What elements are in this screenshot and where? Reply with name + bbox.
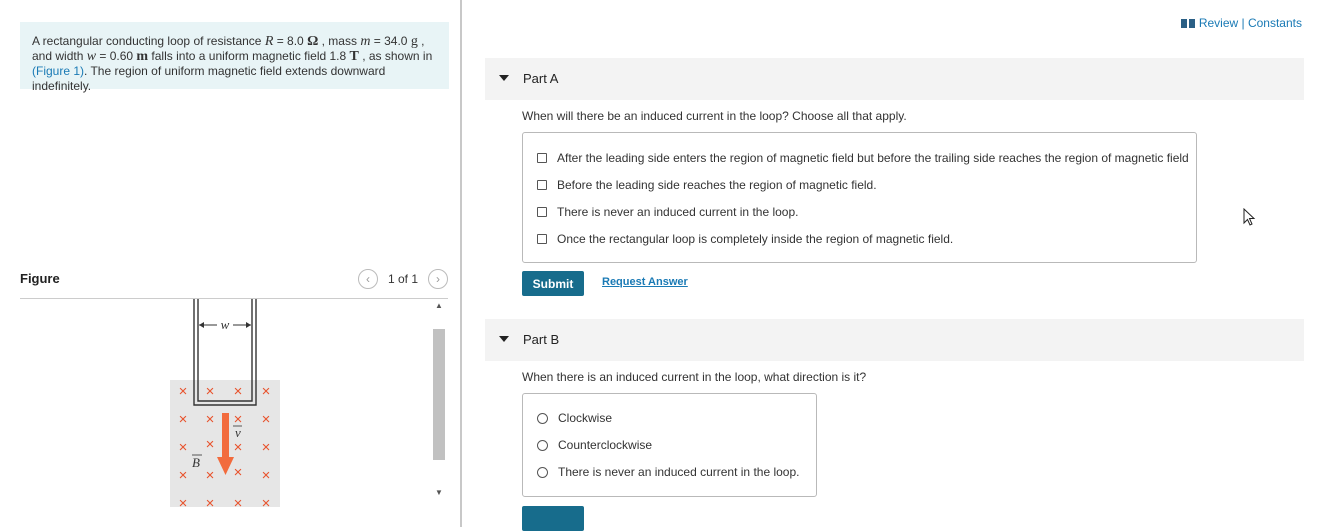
arrowhead-left: [199, 322, 204, 328]
problem-text: falls into a uniform magnetic field 1.8: [148, 49, 350, 63]
problem-text: . The region of uniform magnetic field e…: [32, 64, 386, 93]
meter-unit: m: [136, 49, 149, 64]
problem-statement: A rectangular conducting loop of resista…: [20, 22, 449, 93]
collapse-triangle-icon[interactable]: [499, 336, 509, 342]
submit-button[interactable]: Submit: [522, 271, 584, 296]
field-label: B: [192, 455, 200, 470]
cross-mark: ×: [262, 411, 271, 428]
arrowhead-right: [246, 322, 251, 328]
part-b-option[interactable]: Counterclockwise: [537, 438, 652, 452]
figure-image: w × × × × × × × × × × × × × × × × × × × …: [20, 299, 430, 507]
checkbox[interactable]: [537, 180, 547, 190]
part-a-label: Part A: [523, 71, 559, 86]
velocity-label: v: [235, 425, 241, 440]
figure-link[interactable]: (Figure 1): [32, 64, 84, 78]
figure-title: Figure: [20, 271, 60, 286]
option-label[interactable]: Before the leading side reaches the regi…: [557, 178, 877, 192]
width-symbol: w: [86, 49, 97, 64]
tesla-unit: T: [349, 49, 359, 64]
mass-symbol: m: [360, 34, 371, 49]
problem-panel: A rectangular conducting loop of resista…: [0, 0, 461, 527]
request-answer-link[interactable]: Request Answer: [602, 276, 688, 288]
scroll-thumb[interactable]: [433, 329, 445, 460]
problem-text: = 8.0: [273, 34, 308, 48]
cross-mark: ×: [206, 383, 215, 400]
cross-mark: ×: [262, 439, 271, 456]
cross-mark: ×: [179, 439, 188, 456]
cross-mark: ×: [234, 495, 243, 507]
radio-button[interactable]: [537, 412, 548, 424]
cross-mark: ×: [206, 436, 215, 453]
option-label[interactable]: Counterclockwise: [558, 438, 652, 452]
option-label[interactable]: There is never an induced current in the…: [557, 205, 798, 219]
width-label: w: [221, 317, 230, 332]
chevron-right-icon[interactable]: ›: [428, 269, 448, 289]
mouse-pointer-icon: [1243, 208, 1256, 226]
cross-mark: ×: [179, 383, 188, 400]
problem-text: = 34.0: [370, 34, 411, 48]
cross-mark: ×: [206, 411, 215, 428]
review-constants-label[interactable]: Review | Constants: [1199, 16, 1302, 30]
part-a-question: When will there be an induced current in…: [522, 109, 907, 123]
checkbox[interactable]: [537, 207, 547, 217]
part-b-label: Part B: [523, 332, 560, 347]
cross-mark: ×: [179, 411, 188, 428]
part-b-question: When there is an induced current in the …: [522, 370, 867, 384]
radio-button[interactable]: [537, 466, 548, 478]
cross-mark: ×: [179, 467, 188, 484]
option-label[interactable]: There is never an induced current in the…: [558, 465, 799, 479]
collapse-triangle-icon[interactable]: [499, 75, 509, 81]
problem-text: A rectangular conducting loop of resista…: [32, 34, 265, 48]
chevron-left-icon[interactable]: ‹: [357, 269, 378, 289]
cross-mark: ×: [234, 464, 243, 481]
cross-mark: ×: [234, 383, 243, 400]
question-panel: Review | Constants Part A When will ther…: [462, 0, 1318, 531]
cross-mark: ×: [206, 467, 215, 484]
cross-mark: ×: [179, 495, 188, 507]
part-b-header[interactable]: Part B: [485, 319, 1304, 361]
checkbox[interactable]: [537, 234, 547, 244]
cross-mark: ×: [262, 495, 271, 507]
scroll-up-icon[interactable]: ▲: [435, 301, 443, 310]
cross-mark: ×: [206, 495, 215, 507]
radio-button[interactable]: [537, 439, 548, 451]
part-b-option[interactable]: Clockwise: [537, 411, 612, 425]
book-icon: [1180, 18, 1195, 28]
problem-text: , as shown in: [358, 49, 433, 63]
gram-unit: g: [410, 34, 418, 49]
figure-header: Figure ‹ 1 of 1 ›: [20, 268, 448, 299]
figure-pager: ‹ 1 of 1 ›: [357, 269, 448, 289]
part-a-option[interactable]: Before the leading side reaches the regi…: [537, 178, 877, 192]
option-label[interactable]: Once the rectangular loop is completely …: [557, 232, 953, 246]
cross-mark: ×: [234, 439, 243, 456]
ohm-unit: Ω: [307, 34, 319, 49]
velocity-arrow-shaft: [222, 413, 229, 459]
problem-text: , mass: [318, 34, 361, 48]
problem-text: = 0.60: [96, 49, 137, 63]
pager-text: 1 of 1: [387, 272, 418, 286]
scroll-down-icon[interactable]: ▼: [435, 488, 443, 497]
part-a-header[interactable]: Part A: [485, 58, 1304, 100]
part-a-option[interactable]: There is never an induced current in the…: [537, 205, 798, 219]
checkbox[interactable]: [537, 153, 547, 163]
part-a-option[interactable]: After the leading side enters the region…: [537, 151, 1189, 165]
figure-scrollbar[interactable]: ▲ ▼: [432, 299, 446, 499]
option-label[interactable]: Clockwise: [558, 411, 612, 425]
part-a-choices: After the leading side enters the region…: [522, 132, 1197, 263]
loop-diagram: w × × × × × × × × × × × × × × × × × × × …: [170, 299, 280, 507]
part-b-choices: Clockwise Counterclockwise There is neve…: [522, 393, 817, 497]
part-a-option[interactable]: Once the rectangular loop is completely …: [537, 232, 953, 246]
review-constants-link[interactable]: Review | Constants: [1180, 16, 1302, 30]
cross-mark: ×: [262, 383, 271, 400]
part-b-option[interactable]: There is never an induced current in the…: [537, 465, 799, 479]
option-label[interactable]: After the leading side enters the region…: [557, 151, 1189, 165]
cross-mark: ×: [262, 467, 271, 484]
part-b-submit-button[interactable]: [522, 506, 584, 531]
